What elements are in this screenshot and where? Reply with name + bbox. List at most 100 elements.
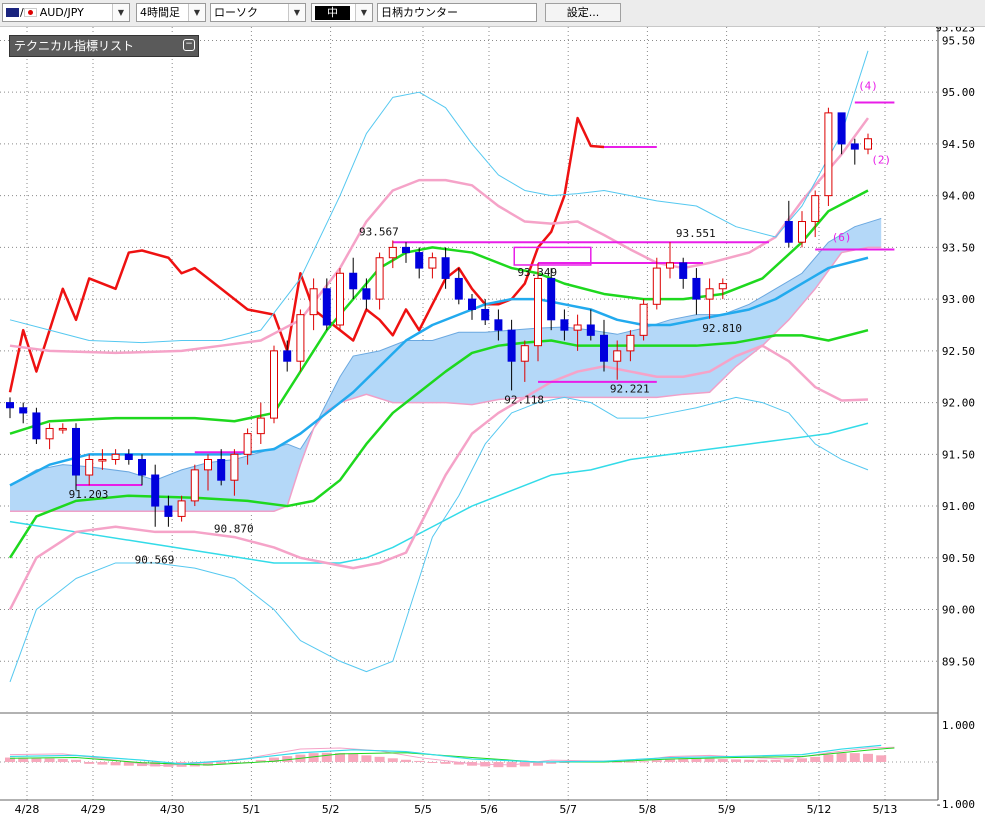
histogram-bar [863, 753, 873, 762]
x-tick-label: 5/9 [718, 803, 736, 816]
candle-bull [375, 257, 384, 300]
toolbar: / AUD/JPY ▼ 4時間足 ▼ ローソク ▼ 中 ▼ 日柄カウンター 設定.… [0, 0, 985, 27]
histogram-bar [374, 756, 385, 762]
candle-bear [322, 288, 331, 326]
candle-bear [138, 459, 146, 476]
settings-label: 設定... [566, 6, 600, 19]
x-tick-label: 5/13 [873, 803, 898, 816]
y-tick-label: 92.50 [942, 345, 975, 358]
technical-indicator-list[interactable]: テクニカル指標リスト − [9, 35, 199, 57]
y-tick-label: 93.50 [942, 241, 975, 254]
candle-bear [217, 459, 226, 481]
chevron-down-icon[interactable]: ▼ [288, 4, 305, 21]
candle-bull [864, 138, 872, 150]
candle-bear [72, 427, 80, 476]
price-annotation: 90.870 [214, 523, 254, 536]
candle-bull [626, 334, 635, 352]
y-tick-label: 91.00 [942, 500, 975, 513]
x-tick-label: 4/29 [81, 803, 106, 816]
chevron-down-icon[interactable]: ▼ [112, 4, 129, 21]
y-tick-label: 90.50 [942, 552, 975, 565]
histogram-bar [731, 759, 741, 762]
minimize-icon[interactable]: − [183, 39, 195, 51]
candle-bull [177, 500, 186, 517]
histogram-bar [321, 752, 332, 762]
candle-bull [98, 459, 107, 462]
candle-bull [798, 221, 806, 243]
candle-bull [256, 417, 265, 435]
x-tick-label: 4/30 [160, 803, 185, 816]
histogram-bar [57, 759, 68, 762]
candle-bull [58, 427, 67, 431]
candle-bear [164, 505, 173, 517]
histogram-bar [427, 762, 438, 763]
candle-bear [586, 324, 595, 336]
candle-bull [270, 350, 278, 419]
candle-bear [151, 474, 160, 507]
chart-style-select[interactable]: ローソク ▼ [210, 3, 306, 22]
candle-bear [124, 453, 133, 461]
currency-pair-label: AUD/JPY [39, 6, 84, 19]
line-bb-cyan-lower [9, 396, 869, 683]
histogram-bar [744, 759, 755, 762]
y-tick-label: 90.00 [942, 604, 975, 617]
chart-size-select[interactable]: 中 ▼ [311, 3, 373, 22]
chevron-down-icon[interactable]: ▼ [355, 4, 372, 21]
price-annotation: 90.569 [135, 554, 175, 567]
candle-bull [296, 314, 305, 362]
candle-bear [784, 221, 793, 243]
histogram-bar [849, 753, 860, 762]
x-tick-label: 5/5 [414, 803, 432, 816]
candle-bear [468, 298, 476, 310]
candle-bear [600, 334, 608, 362]
candle-bear [692, 277, 701, 300]
candlestick-chart[interactable]: 93.567 93.349 93.551 92.810 92.118 92.221 91.2… [0, 27, 985, 820]
candle-bull [811, 195, 820, 223]
price-annotation: 93.551 [676, 227, 716, 240]
candle-bull [190, 469, 199, 502]
x-tick-label: 5/7 [559, 803, 577, 816]
candle-bull [705, 288, 714, 300]
candle-bull [45, 427, 54, 440]
histogram-bar [97, 762, 108, 765]
price-annotation: 93.567 [359, 225, 399, 238]
candle-bull [573, 324, 582, 331]
candle-bull [613, 350, 622, 362]
sub-tick-label: -1.000 [935, 798, 975, 811]
technical-indicator-list-title: テクニカル指標リスト [14, 39, 135, 53]
histogram-bar [876, 755, 887, 762]
price-annotation: 91.203 [69, 488, 109, 501]
histogram-bar [625, 761, 636, 763]
candle-bear [850, 143, 859, 150]
y-tick-label: 93.00 [942, 293, 975, 306]
candle-bull [718, 283, 727, 290]
candle-bull [652, 267, 661, 305]
x-tick-label: 5/6 [480, 803, 498, 816]
histogram-bar [638, 761, 649, 763]
settings-button[interactable]: 設定... [545, 3, 621, 22]
sub-tick-label: 1.000 [942, 719, 975, 732]
currency-pair-select[interactable]: / AUD/JPY ▼ [2, 3, 130, 22]
candle-bear [481, 308, 490, 321]
chevron-down-icon[interactable]: ▼ [188, 4, 205, 21]
histogram-bar [440, 762, 451, 764]
candle-bear [362, 288, 371, 300]
y-tick-label: 95.50 [942, 34, 975, 47]
candle-bull [243, 433, 252, 455]
histogram-bar [110, 762, 121, 766]
candle-bull [639, 303, 648, 336]
candle-bull [204, 459, 212, 471]
candle-bear [507, 329, 516, 362]
histogram-bar [651, 760, 662, 762]
histogram-bar [797, 758, 807, 762]
histogram-bar [770, 759, 781, 762]
price-annotation: 93.349 [517, 266, 557, 279]
day-counter-label: 日柄カウンター [381, 6, 458, 19]
y-tick-label: 89.50 [942, 655, 975, 668]
candle-bear [837, 112, 846, 145]
x-tick-label: 5/8 [639, 803, 657, 816]
candle-bear [19, 407, 28, 414]
timeframe-select[interactable]: 4時間足 ▼ [136, 3, 206, 22]
day-counter-field[interactable]: 日柄カウンター [377, 3, 537, 22]
candle-bear [415, 252, 424, 269]
